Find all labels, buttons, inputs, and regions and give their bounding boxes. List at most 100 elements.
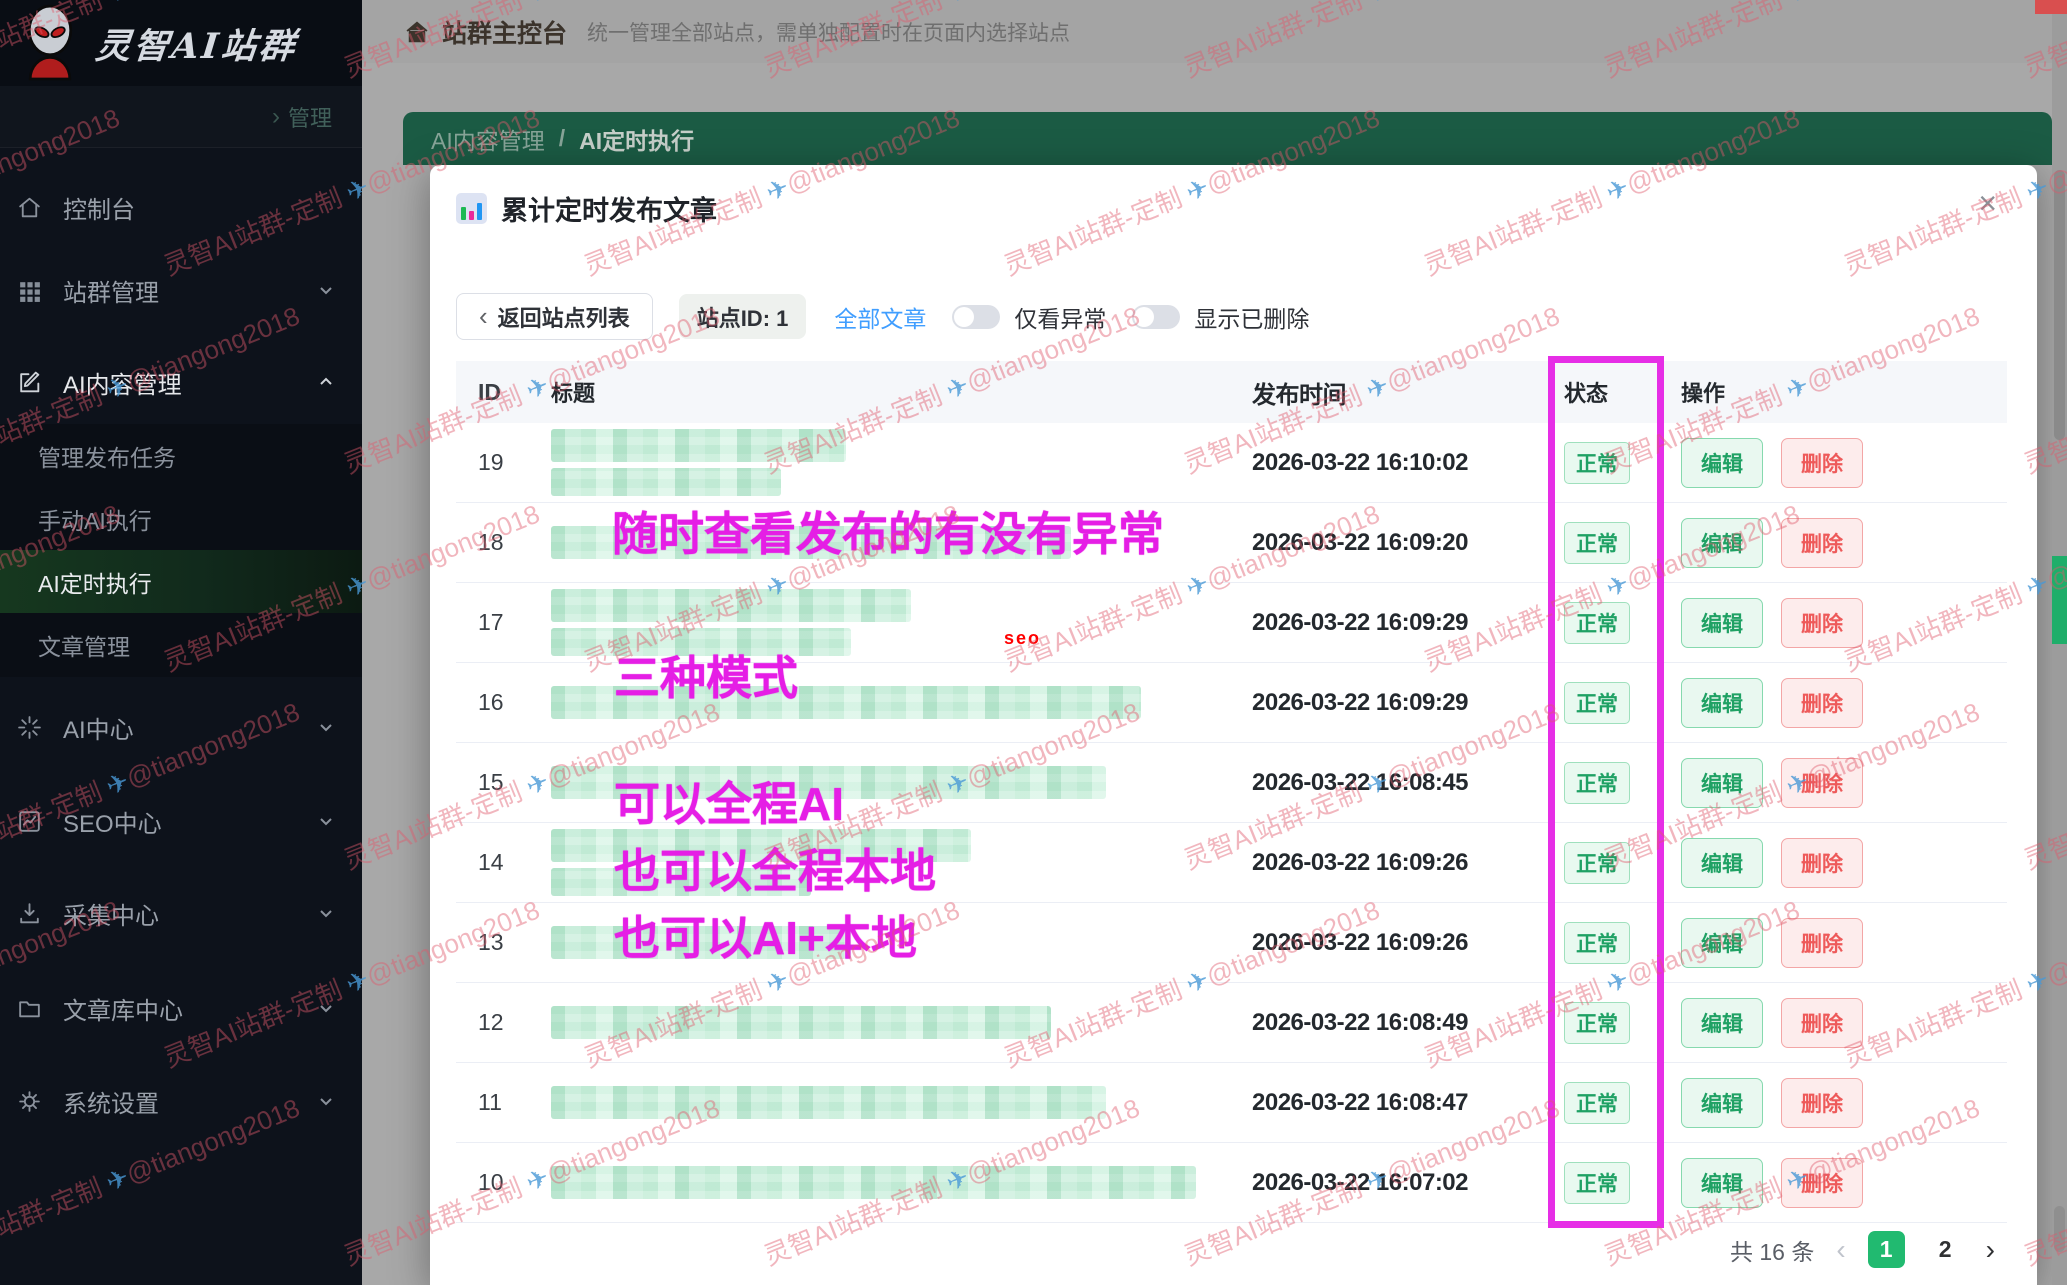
cell-status: 正常 (1552, 602, 1667, 644)
scrollbar-thumb[interactable] (2054, 1206, 2065, 1252)
sidebar-item-collect-center[interactable]: 采集中心 (0, 881, 362, 945)
edit-button[interactable]: 编辑 (1681, 918, 1763, 968)
delete-button[interactable]: 删除 (1781, 998, 1863, 1048)
page-title: 站群主控台 (442, 14, 567, 50)
sidebar-item-seo-center[interactable]: SEO中心 (0, 789, 362, 853)
table-header: ID 标题 发布时间 状态 操作 (456, 361, 2007, 423)
close-icon[interactable]: × (1978, 187, 1997, 219)
sidebar-item-sitegroup[interactable]: 站群管理 (0, 258, 362, 322)
all-articles-link[interactable]: 全部文章 (834, 300, 926, 334)
folder-icon (16, 995, 43, 1022)
table-row: 19 2026-03-22 16:10:02 正常 编辑 删除 (456, 423, 2007, 503)
cell-id: 11 (456, 1089, 551, 1116)
next-page-icon[interactable]: › (1986, 1234, 1995, 1266)
edit-button[interactable]: 编辑 (1681, 518, 1763, 568)
cell-actions: 编辑 删除 (1667, 758, 2007, 808)
edit-button[interactable]: 编辑 (1681, 598, 1763, 648)
status-badge: 正常 (1564, 762, 1630, 804)
sidebar-item-label: AI内容管理 (63, 365, 316, 400)
cell-status: 正常 (1552, 682, 1667, 724)
only-error-label: 仅看异常 (1014, 300, 1106, 334)
cell-status: 正常 (1552, 1162, 1667, 1204)
cell-actions: 编辑 删除 (1667, 918, 2007, 968)
col-publish-time: 发布时间 (1252, 375, 1552, 410)
cell-title (551, 1166, 1252, 1199)
status-badge: 正常 (1564, 442, 1630, 484)
edit-button[interactable]: 编辑 (1681, 678, 1763, 728)
col-title: 标题 (551, 376, 1252, 408)
cell-actions: 编辑 删除 (1667, 838, 2007, 888)
app-title: 灵智AI站群 (93, 18, 300, 69)
status-badge: 正常 (1564, 522, 1630, 564)
delete-button[interactable]: 删除 (1781, 838, 1863, 888)
cell-status: 正常 (1552, 1002, 1667, 1044)
delete-button[interactable]: 删除 (1781, 678, 1863, 728)
sidebar-item-label: SEO中心 (63, 804, 316, 839)
gear-icon (16, 1088, 43, 1115)
col-id: ID (456, 379, 551, 406)
status-badge: 正常 (1564, 922, 1630, 964)
cell-publish-time: 2026-03-22 16:09:20 (1252, 529, 1552, 557)
collapse-label: 管理 (288, 101, 332, 133)
chevron-down-icon (316, 1091, 336, 1111)
annotation-seo: seo (1004, 628, 1041, 649)
sidebar-item-ai-center[interactable]: AI中心 (0, 695, 362, 759)
show-deleted-toggle[interactable] (1132, 305, 1180, 329)
breadcrumb: AI内容管理 / AI定时执行 (403, 112, 2052, 165)
edit-button[interactable]: 编辑 (1681, 838, 1763, 888)
breadcrumb-current: AI定时执行 (579, 122, 694, 156)
edit-icon (16, 369, 43, 396)
sidebar-item-manual-ai-run[interactable]: 手动AI执行 (0, 487, 362, 550)
sidebar-item-system-settings[interactable]: 系统设置 (0, 1069, 362, 1133)
sidebar-item-article-manage[interactable]: 文章管理 (0, 613, 362, 676)
sidebar-item-ai-content[interactable]: AI内容管理 (0, 350, 362, 414)
cell-actions: 编辑 删除 (1667, 438, 2007, 488)
back-button-label: 返回站点列表 (498, 301, 630, 333)
modal-toolbar: ‹ 返回站点列表 站点ID: 1 全部文章 仅看异常 显示已删除 (456, 293, 1309, 340)
sidebar-item-ai-scheduled-run[interactable]: AI定时执行 (0, 550, 362, 613)
breadcrumb-parent[interactable]: AI内容管理 (431, 122, 545, 156)
sparkle-icon (16, 714, 43, 741)
back-to-site-list-button[interactable]: ‹ 返回站点列表 (456, 293, 653, 340)
delete-button[interactable]: 删除 (1781, 438, 1863, 488)
blurred-title (551, 1006, 1051, 1039)
cell-status: 正常 (1552, 522, 1667, 564)
edit-button[interactable]: 编辑 (1681, 1158, 1763, 1208)
scheduled-publish-modal: 累计定时发布文章 × ‹ 返回站点列表 站点ID: 1 全部文章 仅看异常 显示… (430, 165, 2037, 1285)
delete-button[interactable]: 删除 (1781, 918, 1863, 968)
edit-button[interactable]: 编辑 (1681, 438, 1763, 488)
annotation-full-local: 也可以全程本地 (614, 835, 936, 901)
sub-item-label: 管理发布任务 (38, 439, 176, 473)
sidebar-item-label: 采集中心 (63, 896, 316, 931)
chevron-down-icon (316, 811, 336, 831)
delete-button[interactable]: 删除 (1781, 1078, 1863, 1128)
cell-status: 正常 (1552, 922, 1667, 964)
delete-button[interactable]: 删除 (1781, 518, 1863, 568)
cell-publish-time: 2026-03-22 16:09:29 (1252, 689, 1552, 717)
edit-button[interactable]: 编辑 (1681, 1078, 1763, 1128)
sidebar-item-manage-publish-tasks[interactable]: 管理发布任务 (0, 424, 362, 487)
sidebar-item-label: 文章库中心 (63, 991, 316, 1026)
sub-item-label: AI定时执行 (38, 565, 152, 599)
only-error-toggle[interactable] (952, 305, 1000, 329)
page-2-button[interactable]: 2 (1927, 1231, 1964, 1268)
scrollbar-thumb[interactable] (2054, 170, 2065, 440)
cell-title (551, 429, 1252, 496)
grid-icon (16, 277, 43, 304)
prev-page-icon[interactable]: ‹ (1836, 1234, 1845, 1266)
edit-button[interactable]: 编辑 (1681, 998, 1763, 1048)
cell-status: 正常 (1552, 442, 1667, 484)
delete-button[interactable]: 删除 (1781, 758, 1863, 808)
delete-button[interactable]: 删除 (1781, 598, 1863, 648)
sidebar-collapse-manage[interactable]: › 管理 (0, 86, 362, 148)
blurred-title (551, 429, 846, 462)
cell-status: 正常 (1552, 762, 1667, 804)
home-icon (404, 19, 430, 45)
delete-button[interactable]: 删除 (1781, 1158, 1863, 1208)
cell-actions: 编辑 删除 (1667, 598, 2007, 648)
chevron-down-icon (316, 998, 336, 1018)
sidebar-item-dashboard[interactable]: 控制台 (0, 175, 362, 239)
page-1-button[interactable]: 1 (1868, 1231, 1905, 1268)
edit-button[interactable]: 编辑 (1681, 758, 1763, 808)
sidebar-item-article-library[interactable]: 文章库中心 (0, 976, 362, 1040)
